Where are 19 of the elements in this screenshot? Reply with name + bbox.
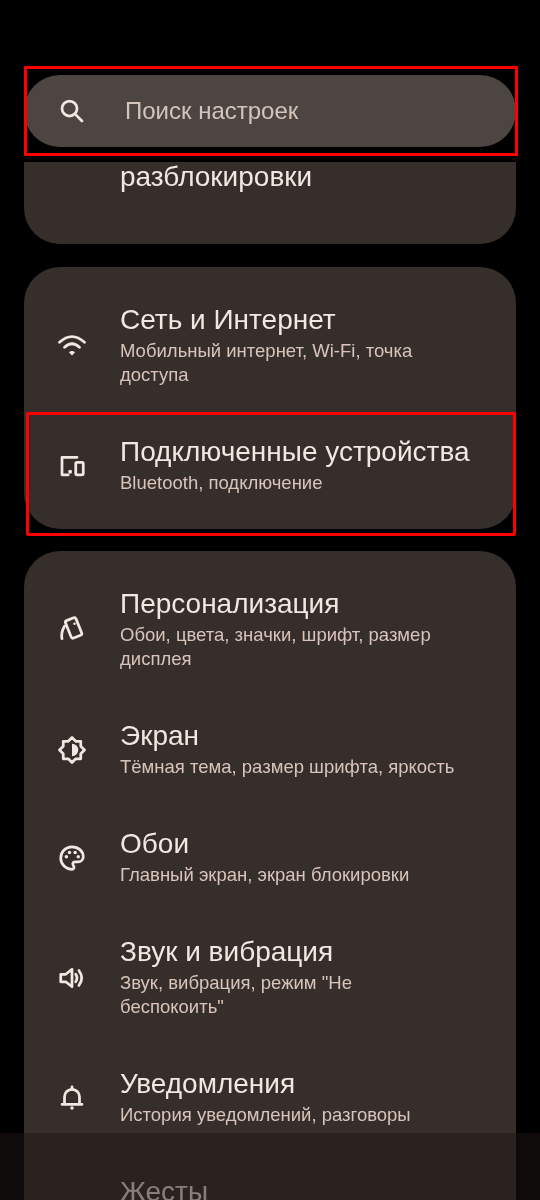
search-field[interactable]: Поиск настроек — [24, 75, 516, 147]
item-title: Звук и вибрация — [120, 937, 334, 967]
item-title: Подключенные устройства — [120, 437, 470, 467]
item-title: Обои — [120, 829, 190, 859]
item-title: Уведомления — [120, 1069, 296, 1099]
palette-icon — [57, 843, 87, 873]
item-title: разблокировки — [120, 162, 313, 192]
item-subtitle: Bluetooth, подключение — [120, 471, 323, 495]
item-title: Экран — [120, 721, 199, 751]
item-subtitle: Мобильный интернет, Wi-Fi, точка доступа — [120, 339, 414, 387]
brightness-icon — [57, 735, 87, 765]
search-input[interactable]: Поиск настроек — [123, 96, 516, 126]
item-title: Сеть и Интернет — [120, 305, 336, 335]
item-title: Персонализация — [120, 589, 340, 619]
item-subtitle: Звук, вибрация, режим "Не беспокоить" — [120, 971, 353, 1019]
item-subtitle: Главный экран, экран блокировки — [120, 863, 410, 887]
item-subtitle: Обои, цвета, значки, шрифт, размер дисплея — [120, 623, 432, 671]
item-subtitle: История уведомлений, разговоры — [120, 1103, 411, 1127]
item-subtitle: Тёмная тема, размер шрифта, яркость — [120, 755, 455, 779]
